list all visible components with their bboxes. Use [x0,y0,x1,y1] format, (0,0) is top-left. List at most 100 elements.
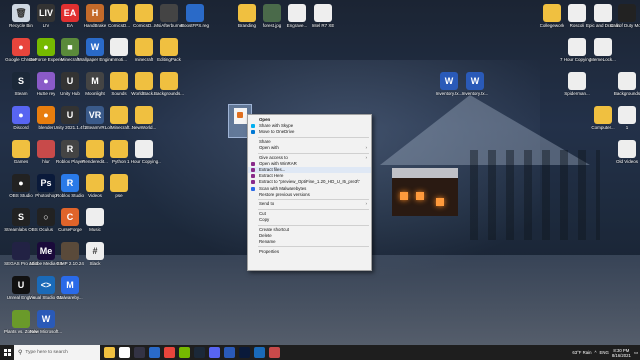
taskbar-app-icon[interactable] [209,347,220,358]
app-icon: U [12,276,30,294]
taskbar-app-icon[interactable] [119,347,130,358]
app-icon: ■ [61,38,79,56]
desktop-icon-label: Discord [13,125,29,130]
context-menu-item[interactable]: Properties [248,249,371,255]
context-menu-item-label: Properties [259,248,280,254]
desktop-icon[interactable]: 1 Hour Copying... [127,140,161,164]
taskbar-app-icon[interactable] [104,347,115,358]
app-icon: ● [37,38,55,56]
desktop-icon[interactable]: W New Microsoft... [30,310,62,334]
desktop-icon-label: EA [66,23,73,28]
taskbar-app-icon[interactable] [164,347,175,358]
desktop-icon-label: mmoti... [110,57,127,62]
taskbar-app-icon[interactable] [149,347,160,358]
desktop-icon-label: Recycle Bin [9,23,33,28]
taskbar-app-icon[interactable] [224,347,235,358]
desktop-icon-label: BoostFPS.reg [180,23,209,28]
desktop-icon-label: Spiderman... [564,91,590,96]
context-menu-item[interactable]: Restore previous versions [248,192,371,198]
desktop-icon-label: MemeLock... [590,57,616,62]
desktop-icon-label: minecraft [134,57,154,62]
app-icon [618,106,636,124]
desktop-icon[interactable]: M Malwareby... [55,276,85,300]
taskbar-app-icon[interactable] [194,347,205,358]
desktop-icon-label: NewWorld... [131,125,157,130]
search-box[interactable]: ⚲ Type here to search [14,345,100,360]
desktop-icon-label: HandBrake [83,23,107,28]
desktop-icon[interactable]: MemeLock... [588,38,618,62]
context-menu-item[interactable]: Open with › [248,145,371,151]
app-icon [61,242,79,260]
desktop-icon[interactable]: Backgrounds... [154,72,184,96]
taskbar-app-icon[interactable] [239,347,250,358]
app-icon [160,4,178,22]
context-menu-item[interactable]: Rename [248,239,371,245]
app-icon [186,4,204,22]
desktop-icon-label: pse [115,193,123,198]
desktop-icon-label: Collegework [539,23,565,28]
desktop-icon-label: EditingPack [157,57,181,62]
taskbar-app-icon[interactable] [134,347,145,358]
app-icon: ○ [37,208,55,226]
desktop-icon[interactable]: EditingPack [154,38,184,62]
menu-separator [258,224,369,226]
desktop-icon[interactable]: Spiderman... [562,72,592,96]
context-menu-item-label: Cut [259,210,266,216]
app-icon [110,140,128,158]
search-icon: ⚲ [18,350,23,356]
desktop-icon-label: Oculus [38,227,53,232]
desktop-icon[interactable]: Call of Duty Modern... [610,4,640,28]
start-button[interactable] [0,345,14,360]
app-icon [594,38,612,56]
app-icon [594,4,612,22]
app-icon [37,140,55,158]
app-icon [110,38,128,56]
desktop-icon[interactable]: Old Videos [612,140,640,164]
desktop-icon-label: CurseForge [58,227,82,232]
desktop-icon[interactable]: W Inventory.tx... [460,72,490,96]
desktop-icon[interactable]: Music [80,208,110,232]
desktop-icon[interactable]: # Slack [80,242,110,266]
taskbar-app-icon[interactable] [269,347,280,358]
desktop-icon-label: Slack [89,261,101,266]
app-icon [135,72,153,90]
desktop-icon-label: Videos [88,193,102,198]
menu-separator [258,246,369,248]
menu-separator [258,199,369,201]
desktop-icon[interactable]: pse [104,174,134,198]
app-icon [568,4,586,22]
desktop-icon-label: Python [111,159,126,164]
chevron-up-icon[interactable]: ^ [594,350,596,355]
app-icon [86,174,104,192]
desktop-icon[interactable]: NewWorld... [129,106,159,130]
taskbar-app-icon[interactable] [254,347,265,358]
app-icon [618,4,636,22]
context-menu-item[interactable]: Move to OneDrive [248,129,371,135]
app-icon: C [61,208,79,226]
menu-item-icon [251,180,255,185]
weather-widget[interactable]: 63°F Rain [572,350,591,355]
desktop-icon[interactable]: BoostFPS.reg [180,4,210,28]
taskbar-app-icon[interactable] [179,347,190,358]
app-icon: H [86,4,104,22]
menu-item-icon [251,168,255,173]
menu-separator [258,152,369,154]
desktop-icon-label: ComicsD... [132,23,155,28]
context-menu-item-label: Delete [259,232,272,238]
notification-icon[interactable]: ▭ [634,350,638,356]
search-placeholder: Type here to search [25,350,68,355]
app-icon [86,140,104,158]
desktop-icon-label: HuSe rey [36,91,56,96]
cabin-illustration [392,168,458,216]
app-icon [12,242,30,260]
app-icon: ● [12,174,30,192]
context-menu-item[interactable]: Copy [248,217,371,223]
desktop-icon[interactable]: Intel R7 XE [308,4,338,28]
desktop-icon[interactable]: 1 [612,106,640,130]
language-indicator[interactable]: ENG [600,350,609,355]
app-icon [110,174,128,192]
app-icon: 🗑 [12,4,30,22]
clock[interactable]: 8:30 PM 8/16/2021 [612,348,631,358]
context-menu-item[interactable]: Send to › [248,201,371,207]
desktop-icon[interactable]: Backgrounds [612,72,640,96]
